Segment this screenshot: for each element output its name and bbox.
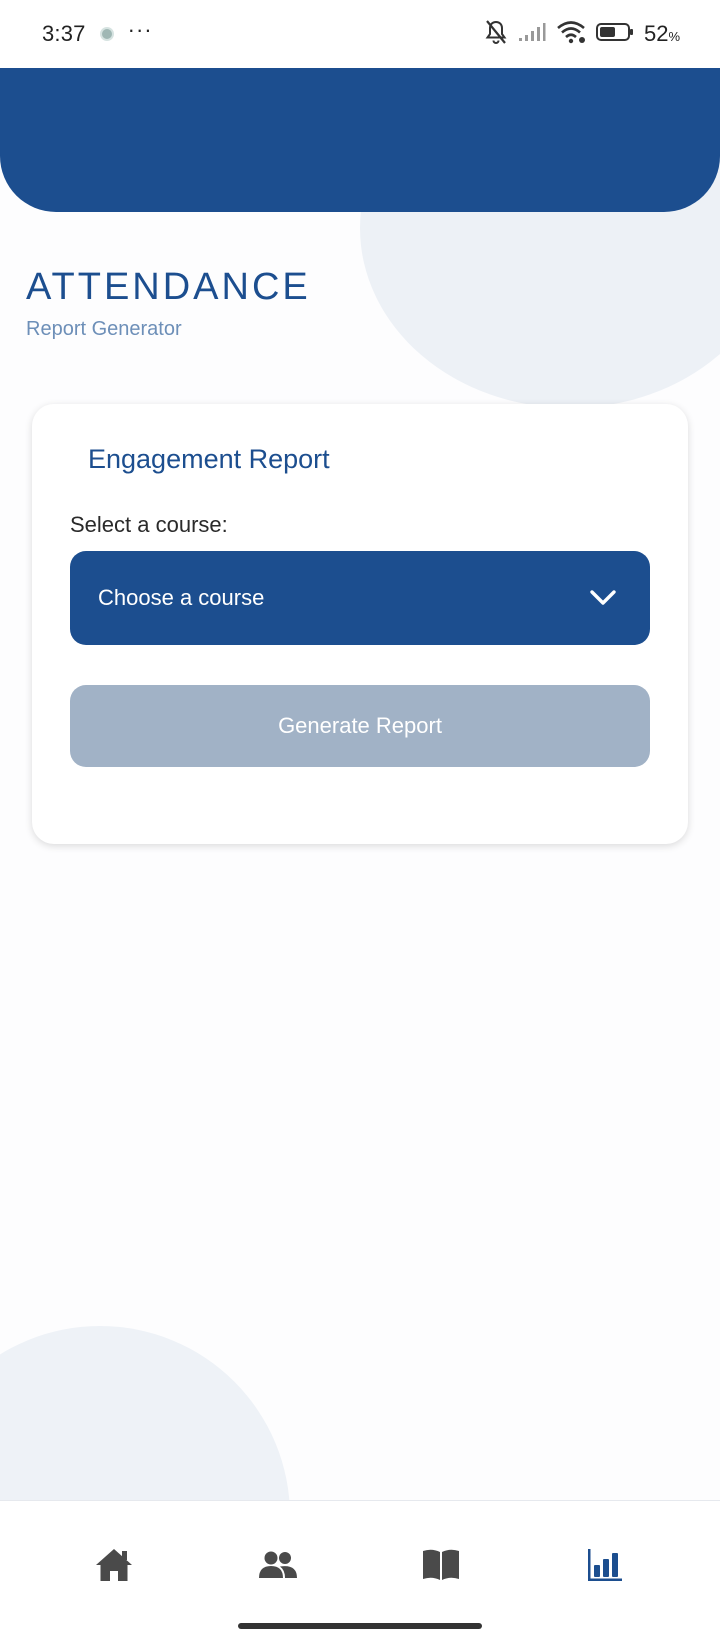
engagement-report-card: Engagement Report Select a course: Choos… — [32, 404, 688, 844]
home-icon — [94, 1547, 134, 1588]
bottom-nav — [0, 1500, 720, 1640]
nav-home[interactable] — [84, 1537, 144, 1597]
bell-off-icon — [484, 19, 508, 50]
course-select-value: Choose a course — [98, 585, 265, 610]
home-indicator — [238, 1623, 482, 1629]
bar-chart-icon — [586, 1547, 624, 1588]
battery-percent-value: 52 — [643, 21, 669, 46]
status-right: 52% — [484, 19, 680, 50]
wifi-icon — [556, 20, 586, 49]
battery-icon — [595, 22, 634, 47]
select-course-label: Select a course: — [70, 512, 228, 537]
status-bar: 3:37 ··· 52% — [0, 0, 720, 68]
status-time: 3:37 — [42, 21, 86, 46]
generate-report-button[interactable]: Generate Report — [70, 685, 650, 767]
battery-percent-unit: % — [668, 29, 680, 44]
screen: 3:37 ··· 52% ATTENDANCE Report Generator… — [0, 0, 720, 1640]
status-more-icon: ··· — [127, 17, 153, 42]
card-title: Engagement Report — [88, 444, 330, 474]
nav-book[interactable] — [411, 1537, 471, 1597]
book-icon — [421, 1548, 461, 1587]
nav-reports[interactable] — [575, 1537, 635, 1597]
app-notification-icon — [99, 27, 114, 41]
header-band — [0, 68, 720, 212]
signal-icon — [518, 22, 546, 47]
course-select[interactable]: Choose a course — [70, 551, 650, 645]
status-left: 3:37 ··· — [42, 17, 153, 47]
nav-people[interactable] — [248, 1537, 308, 1597]
page-subtitle: Report Generator — [26, 318, 182, 340]
chevron-down-icon — [588, 583, 618, 613]
people-icon — [258, 1550, 298, 1585]
battery-percent: 52% — [644, 21, 680, 47]
page-title: ATTENDANCE — [26, 266, 311, 308]
